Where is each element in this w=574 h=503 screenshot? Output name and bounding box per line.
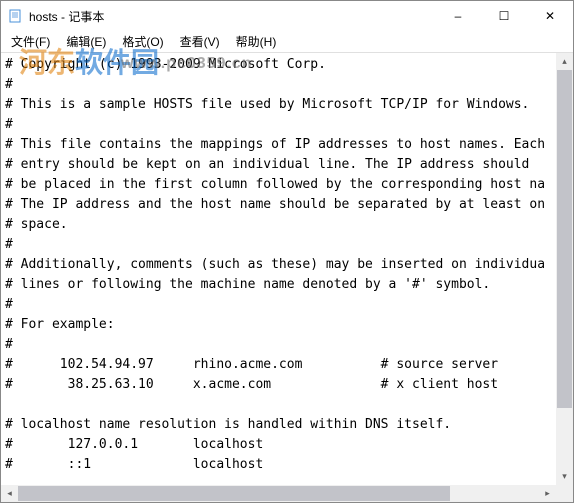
minimize-button[interactable]: –	[435, 1, 481, 31]
menu-view[interactable]: 查看(V)	[174, 31, 226, 52]
menu-file[interactable]: 文件(F)	[5, 31, 56, 52]
content-area: # Copyright (c) 1993-2009 Microsoft Corp…	[1, 53, 573, 502]
menu-edit[interactable]: 编辑(E)	[60, 31, 112, 52]
menubar: 文件(F) 编辑(E) 格式(O) 查看(V) 帮助(H)	[1, 31, 573, 53]
text-editor[interactable]: # Copyright (c) 1993-2009 Microsoft Corp…	[1, 53, 556, 485]
scroll-right-button[interactable]: ▸	[539, 485, 556, 502]
scroll-corner	[556, 485, 573, 502]
scroll-thumb-vertical[interactable]	[557, 70, 572, 408]
maximize-button[interactable]: ☐	[481, 1, 527, 31]
scrollbar-horizontal[interactable]: ◂ ▸	[1, 485, 556, 502]
window-controls: – ☐ ✕	[435, 1, 573, 31]
scroll-up-button[interactable]: ▴	[556, 53, 573, 70]
scroll-track-vertical[interactable]	[556, 70, 573, 468]
scroll-down-button[interactable]: ▾	[556, 468, 573, 485]
window-title: hosts - 记事本	[29, 8, 104, 25]
scroll-thumb-horizontal[interactable]	[18, 486, 450, 501]
close-button[interactable]: ✕	[527, 1, 573, 31]
menu-format[interactable]: 格式(O)	[116, 31, 169, 52]
titlebar: hosts - 记事本 – ☐ ✕	[1, 1, 573, 31]
scrollbar-vertical[interactable]: ▴ ▾	[556, 53, 573, 485]
notepad-icon	[7, 8, 23, 24]
scroll-track-horizontal[interactable]	[18, 485, 539, 502]
menu-help[interactable]: 帮助(H)	[230, 31, 283, 52]
scroll-left-button[interactable]: ◂	[1, 485, 18, 502]
